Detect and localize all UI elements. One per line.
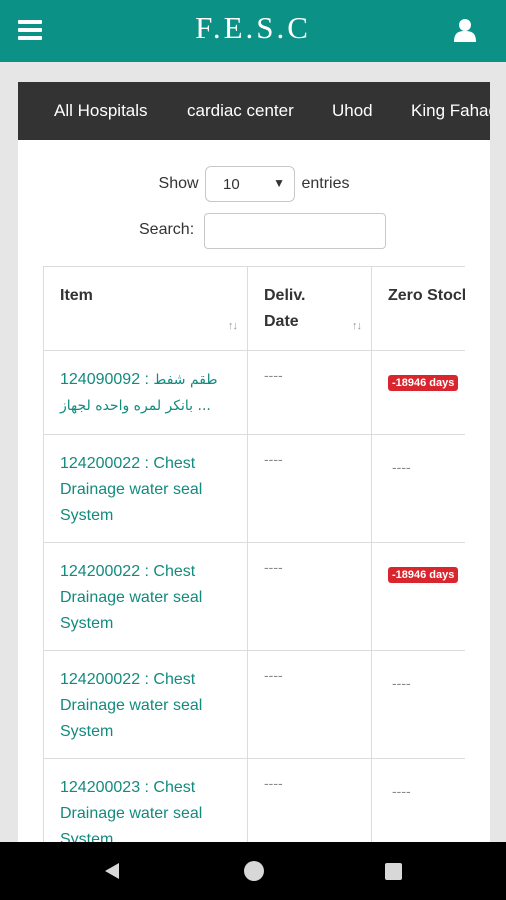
zero-stock-badge: -18946 days — [388, 567, 459, 583]
entries-control: Show 10 ▼ entries — [18, 166, 490, 202]
search-label: Search: — [139, 221, 195, 238]
system-nav-bar — [0, 842, 506, 900]
content-card: All Hospitals cardiac center Uhod King F… — [18, 82, 490, 842]
deliv-date-cell: ---- — [247, 434, 372, 543]
item-cell: 124200022 : Chest Drainage water seal Syst… — [43, 434, 248, 543]
item-name: Chest — [153, 671, 196, 688]
deliv-date-cell: ---- — [247, 650, 372, 759]
column-header-label: Deliv. Date — [264, 287, 306, 330]
zero-stock-cell: -18946 days — [371, 542, 465, 651]
item-name: طقم شفط — [153, 372, 218, 388]
item-link[interactable]: 124200022 : Chest Drainage water seal Syst… — [60, 671, 202, 740]
table-header-row: Item ↑↓ Deliv. Date ↑↓ Zero Stock — [43, 266, 465, 351]
dropdown-arrow-icon: ▼ — [273, 176, 285, 190]
deliv-date-cell: ---- — [247, 542, 372, 651]
column-header-label: Zero Stock — [388, 287, 465, 304]
zero-stock-cell: ---- — [371, 758, 465, 842]
stock-table-container[interactable]: Item ↑↓ Deliv. Date ↑↓ Zero Stock 124090… — [43, 266, 465, 842]
table-row: 124090092 : طقم شفط بانكر لمره واحده لجها… — [43, 350, 465, 435]
table-row: 124200023 : Chest Drainage water seal Syst… — [43, 758, 465, 842]
zero-stock-cell: ---- — [371, 434, 465, 543]
user-icon[interactable] — [454, 18, 476, 42]
zero-stock-value: ---- — [392, 459, 411, 475]
column-header-zero-stock[interactable]: Zero Stock — [371, 266, 465, 351]
item-link[interactable]: 124200023 : Chest Drainage water seal Syst… — [60, 779, 202, 842]
table-row: 124200022 : Chest Drainage water seal Syst… — [43, 434, 465, 543]
hospital-tabs: All Hospitals cardiac center Uhod King F… — [18, 82, 490, 140]
back-icon[interactable] — [102, 861, 122, 881]
zero-stock-value: ---- — [392, 675, 411, 691]
zero-stock-cell: -18946 days — [371, 350, 465, 435]
item-name: System — [60, 831, 114, 842]
item-cell: 124200023 : Chest Drainage water seal Syst… — [43, 758, 248, 842]
column-header-deliv-date[interactable]: Deliv. Date ↑↓ — [247, 266, 372, 351]
item-cell: 124090092 : طقم شفط بانكر لمره واحده لجها… — [43, 350, 248, 435]
table-row: 124200022 : Chest Drainage water seal Syst… — [43, 650, 465, 759]
item-name: Drainage water seal — [60, 697, 203, 714]
app-title: F.E.S.C — [195, 10, 311, 45]
item-code: 124200022 : — [60, 455, 154, 472]
item-code: 124200022 : — [60, 563, 154, 580]
item-link[interactable]: 124090092 : طقم شفط بانكر لمره واحده لجها… — [60, 371, 218, 414]
recent-apps-icon[interactable] — [385, 863, 402, 880]
zero-stock-badge: -18946 days — [388, 375, 459, 391]
zero-stock-value: ---- — [392, 783, 411, 799]
entries-select[interactable]: 10 ▼ — [205, 166, 295, 202]
item-name: System — [60, 507, 114, 524]
item-cell: 124200022 : Chest Drainage water seal Syst… — [43, 650, 248, 759]
item-code: 124200023 : — [60, 779, 154, 796]
tab-cardiac-center[interactable]: cardiac center — [187, 101, 294, 121]
item-name: Chest — [153, 455, 196, 472]
item-name: System — [60, 615, 114, 632]
item-link[interactable]: 124200022 : Chest Drainage water seal Syst… — [60, 455, 202, 524]
stock-table: Item ↑↓ Deliv. Date ↑↓ Zero Stock 124090… — [43, 266, 465, 842]
item-name: Drainage water seal — [60, 589, 203, 606]
entries-label: entries — [301, 175, 350, 192]
item-name: Drainage water seal — [60, 805, 203, 822]
home-icon[interactable] — [244, 861, 264, 881]
sort-icon: ↑↓ — [228, 320, 238, 332]
column-header-item[interactable]: Item ↑↓ — [43, 266, 248, 351]
entries-value: 10 — [223, 176, 240, 193]
tab-king-fahad[interactable]: King Fahad — [411, 101, 490, 121]
item-name: Chest — [153, 779, 196, 796]
column-header-label: Item — [60, 287, 93, 304]
item-code: 124090092 : — [60, 371, 154, 388]
zero-stock-cell: ---- — [371, 650, 465, 759]
tab-uhod[interactable]: Uhod — [332, 101, 373, 121]
item-name: بانكر لمره واحده لجهاز ... — [60, 398, 211, 414]
tab-all-hospitals[interactable]: All Hospitals — [54, 101, 148, 121]
search-input[interactable] — [204, 213, 386, 249]
app-bar: F.E.S.C — [0, 0, 506, 62]
table-row: 124200022 : Chest Drainage water seal Syst… — [43, 542, 465, 651]
item-link[interactable]: 124200022 : Chest Drainage water seal Syst… — [60, 563, 202, 632]
deliv-date-cell: ---- — [247, 350, 372, 435]
item-code: 124200022 : — [60, 671, 154, 688]
item-cell: 124200022 : Chest Drainage water seal Syst… — [43, 542, 248, 651]
sort-icon: ↑↓ — [352, 320, 362, 332]
item-name: Drainage water seal — [60, 481, 203, 498]
item-name: Chest — [153, 563, 196, 580]
item-name: System — [60, 723, 114, 740]
show-label: Show — [158, 175, 199, 192]
deliv-date-cell: ---- — [247, 758, 372, 842]
